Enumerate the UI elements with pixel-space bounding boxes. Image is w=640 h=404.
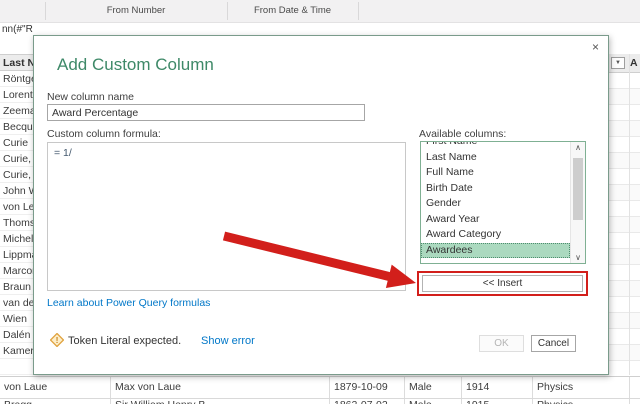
dialog-title: Add Custom Column bbox=[57, 55, 214, 75]
table-row bbox=[609, 329, 640, 345]
learn-formulas-link[interactable]: Learn about Power Query formulas bbox=[47, 297, 210, 309]
table-row bbox=[609, 137, 640, 153]
table-row bbox=[609, 265, 640, 281]
ribbon-separator bbox=[358, 2, 359, 20]
formula-label: Custom column formula: bbox=[47, 128, 161, 140]
scroll-up-icon[interactable]: ∧ bbox=[571, 143, 585, 152]
table-row: Lippman bbox=[0, 247, 33, 263]
new-column-name-input[interactable] bbox=[47, 104, 365, 121]
columns-list: First Name Last Name Full Name Birth Dat… bbox=[421, 141, 585, 258]
list-item-birth-date[interactable]: Birth Date bbox=[421, 181, 585, 197]
cell-gender: Male bbox=[405, 377, 462, 398]
column-header-last-name: Last Name bbox=[0, 54, 33, 71]
table-row: Wien bbox=[0, 311, 33, 327]
table-row bbox=[609, 169, 640, 185]
table-row: John W bbox=[0, 183, 33, 199]
table-row: von Laue Max von Laue 1879-10-09 Male 19… bbox=[0, 376, 640, 399]
list-item-award-year[interactable]: Award Year bbox=[421, 212, 585, 228]
list-item-full-name[interactable]: Full Name bbox=[421, 165, 585, 181]
show-error-link[interactable]: Show error bbox=[201, 335, 255, 347]
list-item-first-name[interactable]: First Name bbox=[421, 141, 585, 150]
table-row: Röntgen bbox=[0, 71, 33, 87]
ribbon-strip: From Number From Date & Time bbox=[0, 0, 640, 23]
table-row bbox=[609, 217, 640, 233]
table-row bbox=[609, 233, 640, 249]
column-header-partial: ▼ A bbox=[609, 54, 640, 73]
cell-award-year: 1914 bbox=[462, 377, 533, 398]
cell-last-name: Bragg bbox=[0, 399, 111, 404]
cell-birth-date: 1862-07-02 bbox=[330, 399, 405, 404]
table-row-empty bbox=[0, 359, 33, 375]
table-row: Curie, né bbox=[0, 151, 33, 167]
table-row bbox=[609, 281, 640, 297]
table-row: Kamerlin bbox=[0, 343, 33, 359]
cell-full-name: Max von Laue bbox=[111, 377, 330, 398]
filter-dropdown-icon[interactable]: ▼ bbox=[611, 57, 625, 69]
warning-icon: ! bbox=[50, 333, 64, 347]
scrollbar-thumb[interactable] bbox=[573, 158, 583, 220]
table-row bbox=[609, 201, 640, 217]
table-row: Marconi bbox=[0, 263, 33, 279]
available-columns-label: Available columns: bbox=[419, 128, 506, 140]
power-query-window: From Number From Date & Time nn(#"Re Las… bbox=[0, 0, 640, 404]
table-row bbox=[609, 345, 640, 361]
ribbon-group-from-number: From Number bbox=[45, 5, 227, 16]
table-row: Thomson bbox=[0, 215, 33, 231]
table-row bbox=[609, 297, 640, 313]
table-row bbox=[609, 105, 640, 121]
list-item-last-name[interactable]: Last Name bbox=[421, 150, 585, 166]
cancel-button[interactable]: Cancel bbox=[531, 335, 576, 352]
table-row bbox=[609, 361, 640, 375]
table-row: Michelso bbox=[0, 231, 33, 247]
list-item-award-category[interactable]: Award Category bbox=[421, 227, 585, 243]
new-column-name-label: New column name bbox=[47, 91, 134, 103]
table-row bbox=[609, 249, 640, 265]
table-row: Braun bbox=[0, 279, 33, 295]
table-row: van der bbox=[0, 295, 33, 311]
table-row bbox=[609, 89, 640, 105]
table-row bbox=[609, 121, 640, 137]
table-row: Becquer bbox=[0, 119, 33, 135]
table-row bbox=[609, 185, 640, 201]
ribbon-group-from-date-time: From Date & Time bbox=[227, 5, 358, 16]
error-message: Token Literal expected. bbox=[68, 335, 181, 347]
cell-birth-date: 1879-10-09 bbox=[330, 377, 405, 398]
grid-line bbox=[629, 54, 630, 375]
list-item-gender[interactable]: Gender bbox=[421, 196, 585, 212]
background-table-bottom-rows: von Laue Max von Laue 1879-10-09 Male 19… bbox=[0, 376, 640, 404]
cell-empty bbox=[630, 399, 640, 404]
available-columns-listbox: First Name Last Name Full Name Birth Dat… bbox=[420, 141, 586, 264]
cell-award-year: 1915 bbox=[462, 399, 533, 404]
cell-gender: Male bbox=[405, 399, 462, 404]
table-row bbox=[609, 153, 640, 169]
background-table-left-column: Last Name Röntgen Lorentz Zeeman Becquer… bbox=[0, 54, 33, 375]
background-table-right-sliver: ▼ A bbox=[609, 54, 640, 375]
cell-last-name: von Laue bbox=[0, 377, 111, 398]
cell-award-category: Physics bbox=[533, 399, 630, 404]
table-row-partial: Bragg Sir William Henry B 1862-07-02 Mal… bbox=[0, 399, 640, 404]
close-icon[interactable]: × bbox=[592, 40, 599, 54]
list-item-awardees-selected[interactable]: Awardees bbox=[421, 243, 570, 259]
table-row: von Lena bbox=[0, 199, 33, 215]
table-row: Lorentz bbox=[0, 87, 33, 103]
table-row: Zeeman bbox=[0, 103, 33, 119]
table-row bbox=[609, 73, 640, 89]
add-custom-column-dialog: × Add Custom Column New column name Cust… bbox=[33, 35, 609, 375]
listbox-scrollbar[interactable]: ∧ ∨ bbox=[570, 142, 585, 263]
table-row: Curie, né bbox=[0, 167, 33, 183]
custom-formula-textarea[interactable]: = 1/ bbox=[47, 142, 406, 291]
table-row bbox=[609, 313, 640, 329]
cell-full-name: Sir William Henry B bbox=[111, 399, 330, 404]
scroll-down-icon[interactable]: ∨ bbox=[571, 253, 585, 262]
column-header-label-fragment: A bbox=[630, 57, 638, 69]
cell-empty bbox=[630, 377, 640, 398]
annotation-highlight-box bbox=[417, 271, 588, 296]
ok-button[interactable]: OK bbox=[479, 335, 524, 352]
table-row: Dalén bbox=[0, 327, 33, 343]
svg-text:!: ! bbox=[56, 335, 59, 345]
cell-award-category: Physics bbox=[533, 377, 630, 398]
formula-bar-fragment: nn(#"Re bbox=[2, 24, 33, 36]
table-row: Curie bbox=[0, 135, 33, 151]
